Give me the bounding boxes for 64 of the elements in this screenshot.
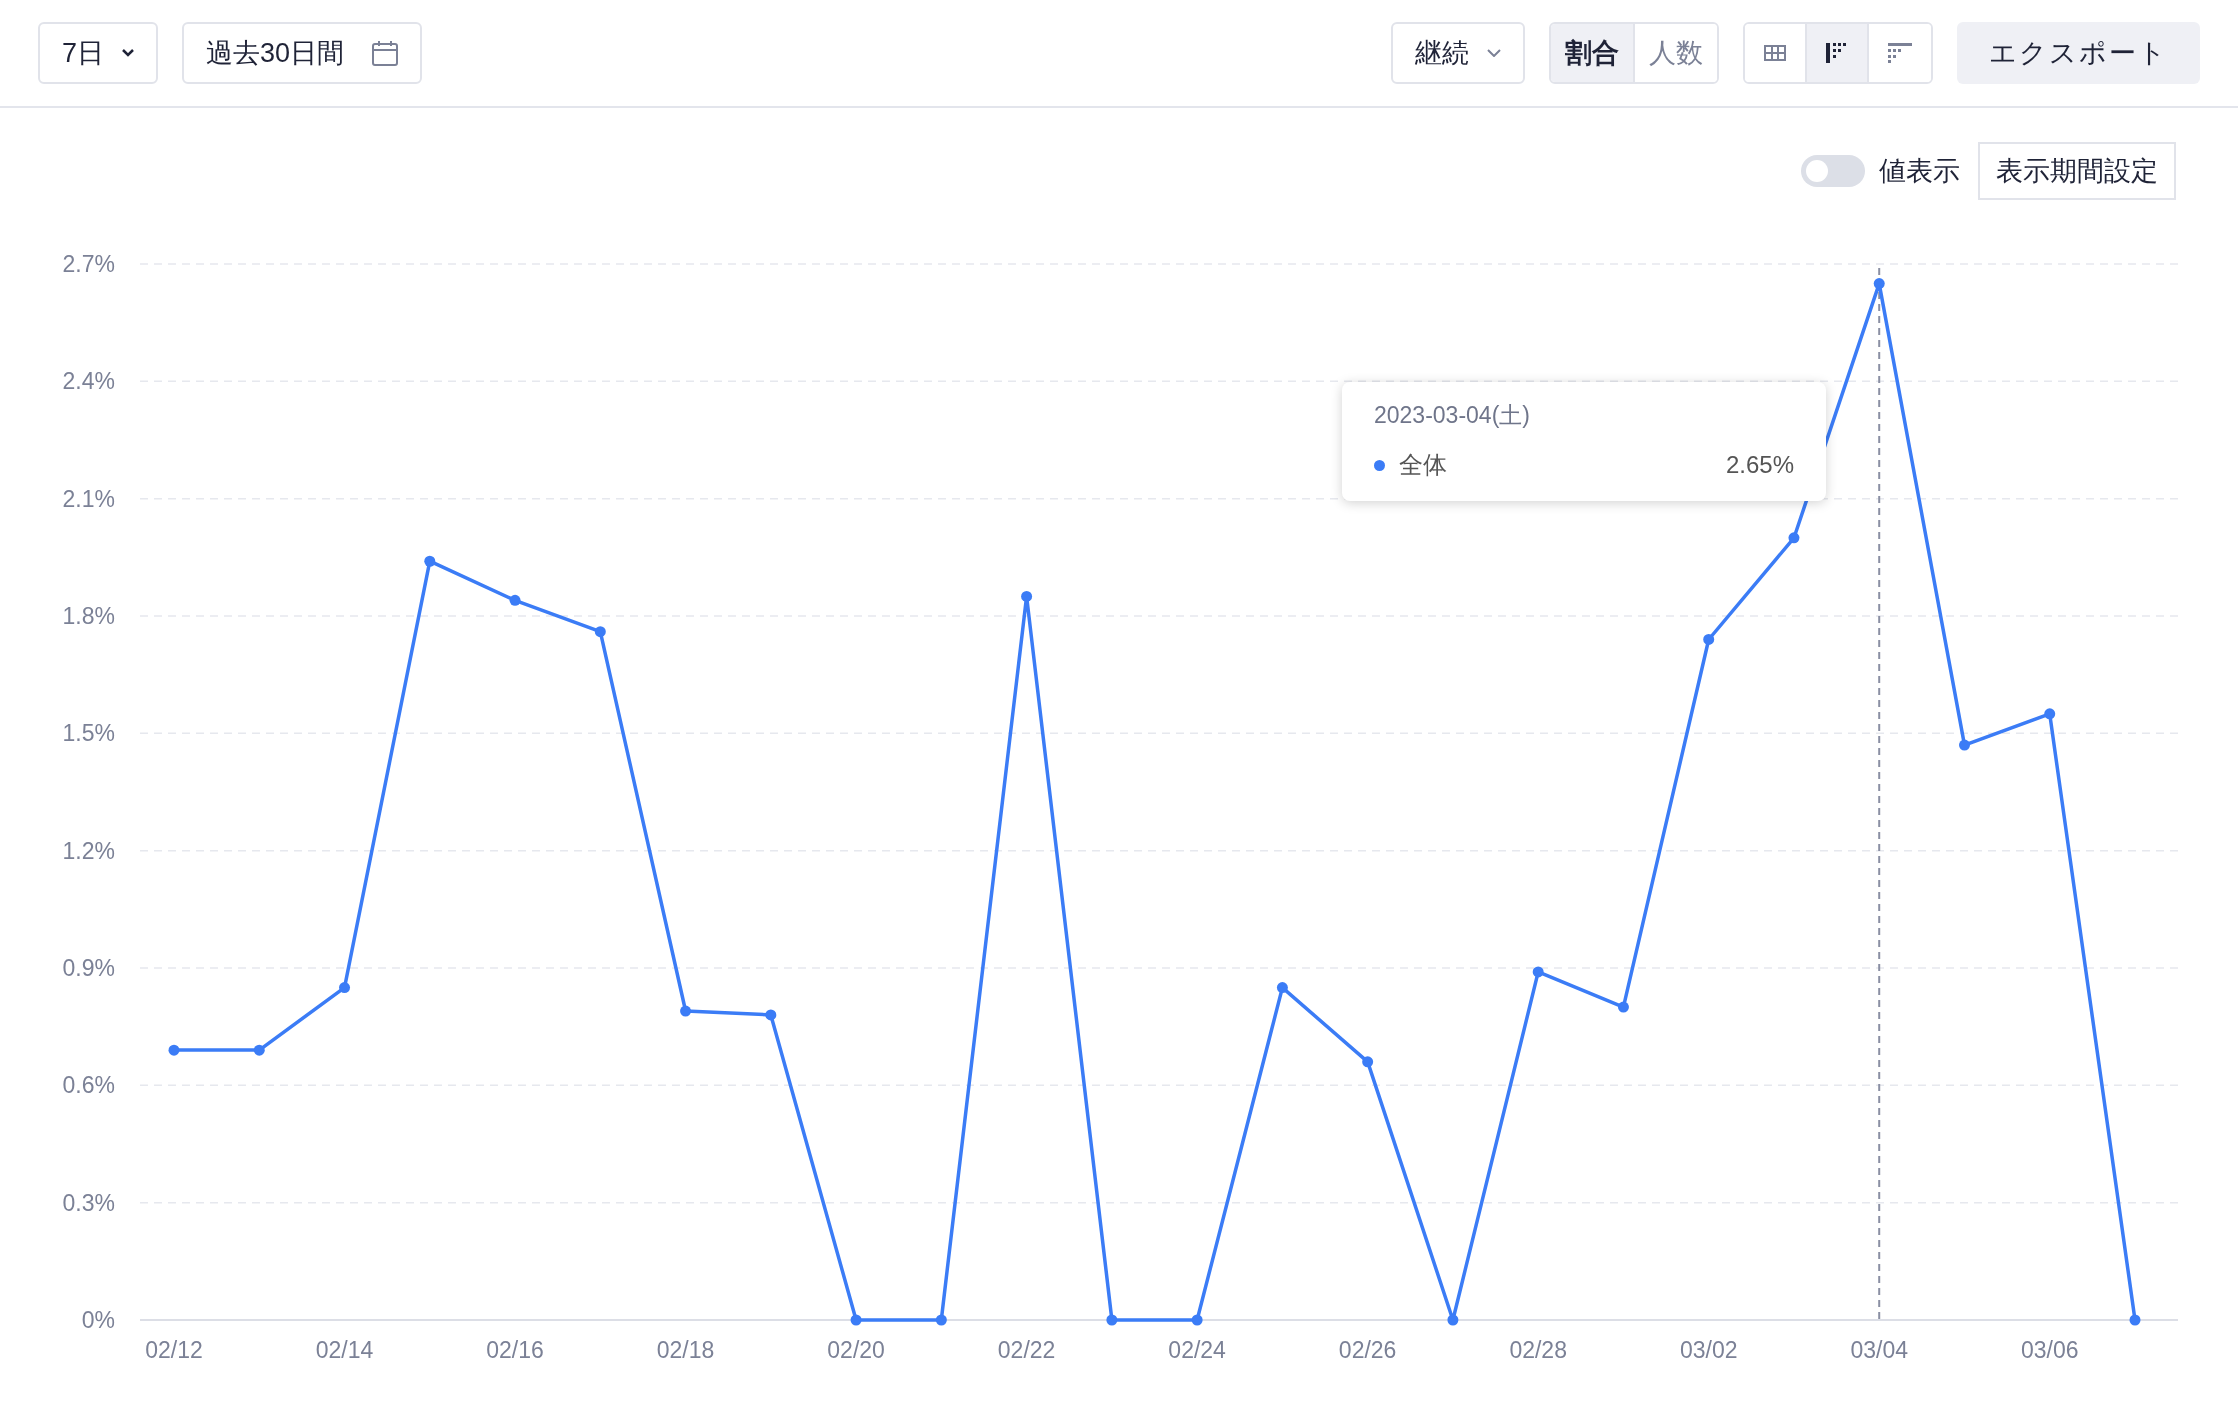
- export-button[interactable]: エクスポート: [1957, 22, 2200, 84]
- date-range-picker[interactable]: 過去30日間: [182, 22, 423, 84]
- x-axis-label: 02/28: [1509, 1337, 1567, 1363]
- y-axis-label: 2.7%: [62, 251, 115, 277]
- data-point: [1959, 739, 1970, 751]
- staircase-icon: [1888, 43, 1912, 63]
- data-point: [1617, 1001, 1629, 1013]
- data-point: [168, 1044, 180, 1056]
- x-axis-label: 02/26: [1338, 1337, 1397, 1363]
- x-axis-label: 02/18: [656, 1337, 715, 1363]
- y-axis-label: 1.8%: [62, 603, 115, 629]
- y-axis-label: 1.2%: [62, 837, 115, 864]
- period-dropdown[interactable]: 7日: [38, 22, 159, 84]
- data-point: [2044, 708, 2056, 720]
- x-axis-label: 02/16: [486, 1337, 544, 1363]
- data-point: [1021, 590, 1033, 602]
- grid-icon: [1764, 45, 1786, 61]
- series-name: 全体: [1399, 450, 1448, 480]
- y-axis-label: 0.9%: [62, 955, 115, 981]
- data-point: [935, 1314, 947, 1326]
- metric-dropdown[interactable]: 継続: [1391, 22, 1525, 84]
- y-axis-label: 2.4%: [62, 368, 115, 395]
- y-axis-label: 0%: [81, 1307, 115, 1333]
- view-button[interactable]: [1807, 24, 1869, 82]
- data-point: [1532, 966, 1544, 978]
- data-point: [509, 594, 521, 606]
- y-axis-label: 0.3%: [62, 1189, 115, 1216]
- bar-steps-icon: [1826, 43, 1848, 63]
- x-axis-label: 02/20: [827, 1337, 885, 1363]
- x-axis-label: 02/14: [315, 1337, 374, 1363]
- data-point: [1873, 278, 1885, 290]
- x-axis-label: 02/12: [145, 1337, 203, 1363]
- calendar-icon: [372, 40, 399, 66]
- data-point: [765, 1009, 777, 1021]
- data-point: [2129, 1314, 2141, 1326]
- chevron-down-icon: [122, 49, 135, 57]
- data-point: [850, 1314, 862, 1326]
- data-point: [1362, 1056, 1374, 1068]
- data-point: [253, 1044, 265, 1056]
- data-point: [1703, 633, 1715, 645]
- series-value: 2.65%: [1725, 451, 1794, 479]
- data-point: [594, 626, 606, 638]
- data-point: [1447, 1314, 1459, 1326]
- x-axis-label: 03/06: [2020, 1337, 2079, 1363]
- toggle-label: 値表示: [1879, 155, 1960, 188]
- tooltip-date: 2023-03-04(土): [1374, 401, 1531, 430]
- data-point: [339, 982, 350, 994]
- mode-tab[interactable]: 割合: [1551, 24, 1635, 82]
- data-point: [1191, 1314, 1203, 1326]
- x-axis-label: 02/24: [1168, 1337, 1226, 1363]
- data-point: [1106, 1314, 1118, 1326]
- data-point: [1276, 982, 1288, 994]
- data-point: [680, 1005, 692, 1017]
- x-axis-label: 02/22: [997, 1337, 1056, 1363]
- x-axis-label: 03/02: [1679, 1337, 1738, 1363]
- data-point: [1788, 532, 1800, 544]
- y-axis-label: 0.6%: [62, 1072, 115, 1099]
- x-axis-label: 03/04: [1850, 1337, 1908, 1363]
- chevron-down-icon: [1487, 49, 1501, 57]
- toggle-switch[interactable]: [1801, 155, 1865, 187]
- period-settings-button[interactable]: 表示期間設定: [1978, 142, 2176, 200]
- y-axis-label: 2.1%: [62, 485, 115, 512]
- data-point: [424, 555, 436, 567]
- y-axis-label: 1.5%: [62, 720, 115, 747]
